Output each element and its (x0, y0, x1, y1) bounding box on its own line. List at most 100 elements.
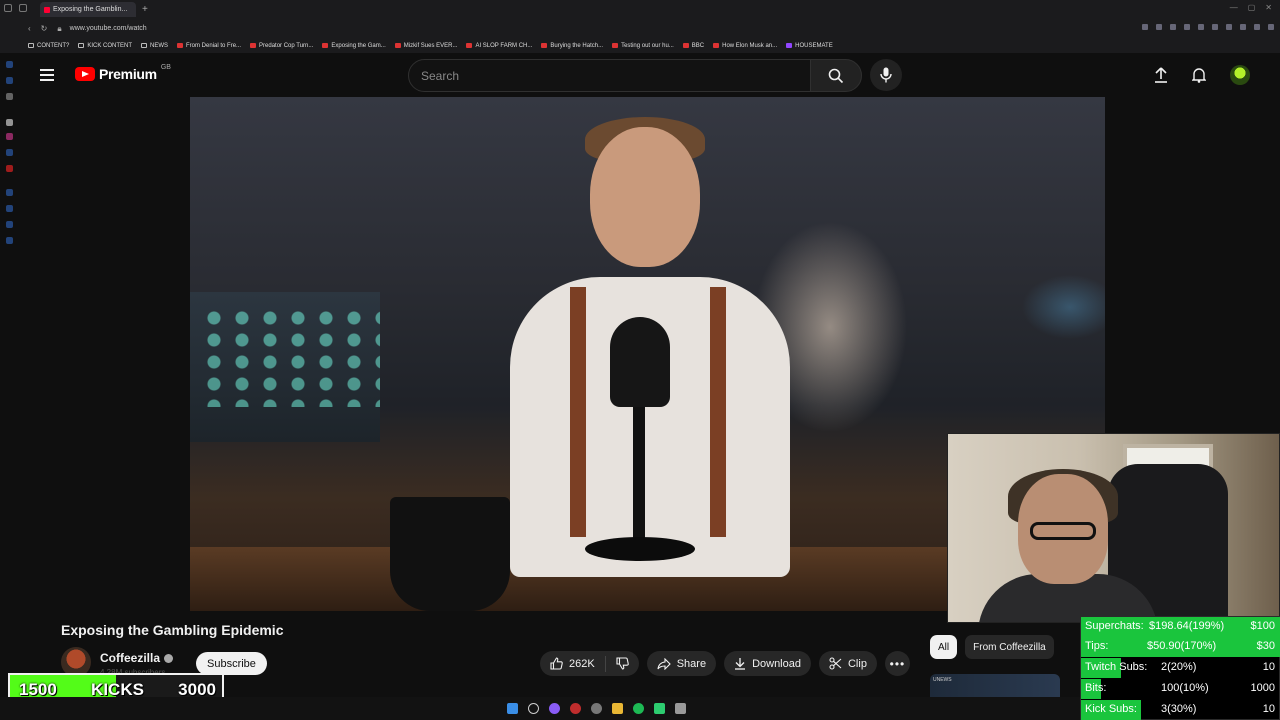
youtube-premium-logo[interactable]: Premium GB (75, 64, 171, 82)
bookmark-item[interactable]: Burying the Hatch... (541, 43, 603, 49)
download-manager-icon[interactable] (1254, 24, 1260, 30)
channel-name-row[interactable]: Coffeezilla (100, 651, 174, 665)
voice-search-button[interactable] (870, 59, 902, 91)
more-actions-button[interactable]: ••• (884, 651, 910, 676)
goal-label: Kick Subs: (1085, 703, 1137, 715)
browser-tab-active[interactable]: Exposing the Gamblin... (40, 2, 136, 17)
clip-button[interactable]: Clip (818, 651, 877, 676)
share-arrow-icon (657, 657, 671, 670)
sidebar-app-icon[interactable] (6, 61, 13, 68)
bookmark-item[interactable]: How Elon Musk an... (713, 43, 777, 49)
hamburger-menu-icon[interactable] (40, 69, 54, 81)
bookmark-item[interactable]: BBC (682, 43, 704, 49)
bookmark-item[interactable]: Exposing the Gam... (322, 43, 386, 49)
bookmark-item[interactable]: From Denial to Fre... (177, 43, 241, 49)
video-mug (390, 497, 510, 611)
bookmark-item[interactable]: Testing out our hu... (612, 43, 674, 49)
account-avatar[interactable] (1230, 65, 1250, 85)
workspaces-icon[interactable] (19, 4, 27, 12)
url-field[interactable]: www.youtube.com/watch (70, 25, 147, 32)
sidebar-app-icon[interactable] (6, 93, 13, 100)
sidebar-app-icon[interactable] (6, 149, 13, 156)
goal-label: Twitch Subs: (1085, 661, 1148, 673)
extension-icon[interactable] (1226, 24, 1232, 30)
sidebar-app-icon[interactable] (6, 237, 13, 244)
bookmark-item[interactable]: AI SLOP FARM CH... (466, 43, 532, 49)
extension-icon[interactable] (1198, 24, 1204, 30)
browser-system-icons (4, 4, 27, 12)
goal-target: $100 (1250, 620, 1275, 632)
youtube-favicon-icon (322, 43, 329, 48)
maximize-icon[interactable]: ▢ (1248, 3, 1256, 12)
sidebar-app-icon[interactable] (6, 221, 13, 228)
zoom-icon[interactable] (1142, 24, 1148, 30)
bookmark-item[interactable]: Predator Cop Turn... (250, 43, 313, 49)
subscribe-button[interactable]: Subscribe (196, 652, 267, 675)
sidebar-app-icon[interactable] (6, 77, 13, 84)
microphone-icon (880, 67, 892, 83)
upload-icon[interactable] (1154, 67, 1168, 83)
profile-icon[interactable] (1268, 24, 1274, 30)
notifications-bell-icon[interactable] (1192, 67, 1206, 83)
youtube-favicon-icon (250, 43, 257, 48)
goal-progress: 2(20%) (1161, 661, 1197, 673)
goal-target: 10 (1262, 661, 1275, 673)
goal-label: Tips: (1085, 640, 1109, 652)
like-dislike-group: 262K (540, 651, 639, 676)
search-input[interactable] (421, 68, 810, 83)
nav-buttons: ‹ ↻ 🔒︎ (28, 24, 62, 34)
reload-icon[interactable]: ↻ (41, 24, 48, 34)
bookmarks-bar: CONTENT? KICK CONTENT NEWS From Denial t… (0, 38, 1280, 53)
sidebar-app-icon[interactable] (6, 133, 13, 140)
youtube-favicon-icon (44, 6, 50, 13)
browser-menu-icon[interactable] (4, 4, 12, 12)
taskbar-search-icon[interactable] (527, 703, 539, 714)
dislike-button[interactable] (606, 651, 639, 676)
windows-start-icon[interactable] (506, 703, 518, 714)
video-microphone (610, 317, 670, 407)
twitch-favicon-icon (786, 43, 793, 48)
search-button[interactable] (810, 59, 862, 92)
taskbar-app-icon[interactable] (674, 703, 686, 714)
back-icon[interactable]: ‹ (28, 24, 31, 34)
minimize-icon[interactable]: — (1230, 3, 1238, 12)
like-button[interactable]: 262K (540, 651, 605, 676)
chip-from-coffeezilla[interactable]: From Coffeezilla (965, 635, 1054, 659)
sidebar-app-icon[interactable] (6, 119, 13, 126)
taskbar-app-icon[interactable] (569, 703, 581, 714)
download-button[interactable]: Download (724, 651, 811, 676)
share-button[interactable]: Share (646, 651, 717, 676)
extension-icon[interactable] (1212, 24, 1218, 30)
taskbar-app-icon[interactable] (590, 703, 602, 714)
translate-icon[interactable] (1156, 24, 1162, 30)
taskbar-app-icon[interactable] (653, 703, 665, 714)
bookmark-item[interactable]: Mizkif Sues EVER... (394, 43, 457, 49)
goal-row-bits: Bits: 100(10%) 1000 (1081, 679, 1280, 699)
streamer-webcam-overlay (947, 433, 1280, 623)
browser-sidebar (0, 53, 20, 453)
logo-text: Premium (99, 66, 157, 82)
goal-row-tips: Tips: $50.90(170%) $30 (1081, 637, 1280, 657)
goal-target: $30 (1256, 640, 1275, 652)
new-tab-icon[interactable]: + (142, 4, 148, 15)
download-icon (735, 658, 746, 670)
bookmark-icon[interactable] (1170, 24, 1176, 30)
goal-progress: $198.64(199%) (1149, 620, 1225, 632)
extension-icon[interactable] (1240, 24, 1246, 30)
bookmark-item[interactable]: HOUSEMATE (786, 43, 833, 49)
sidebar-app-icon[interactable] (6, 205, 13, 212)
taskbar-app-icon[interactable] (548, 703, 560, 714)
spotify-icon[interactable] (632, 703, 644, 714)
bookmark-item[interactable]: KICK CONTENT (78, 43, 132, 49)
video-actions: 262K Share Download Clip ••• (540, 651, 910, 676)
bookmark-item[interactable]: NEWS (141, 43, 168, 49)
sidebar-app-icon[interactable] (6, 189, 13, 196)
bookmark-item[interactable]: CONTENT? (28, 43, 69, 49)
close-icon[interactable]: ✕ (1265, 3, 1272, 12)
file-explorer-icon[interactable] (611, 703, 623, 714)
sidebar-app-icon[interactable] (6, 165, 13, 172)
window-controls: — ▢ ✕ (1230, 3, 1272, 12)
chip-all[interactable]: All (930, 635, 958, 659)
extension-icon[interactable] (1184, 24, 1190, 30)
youtube-favicon-icon (612, 43, 619, 48)
